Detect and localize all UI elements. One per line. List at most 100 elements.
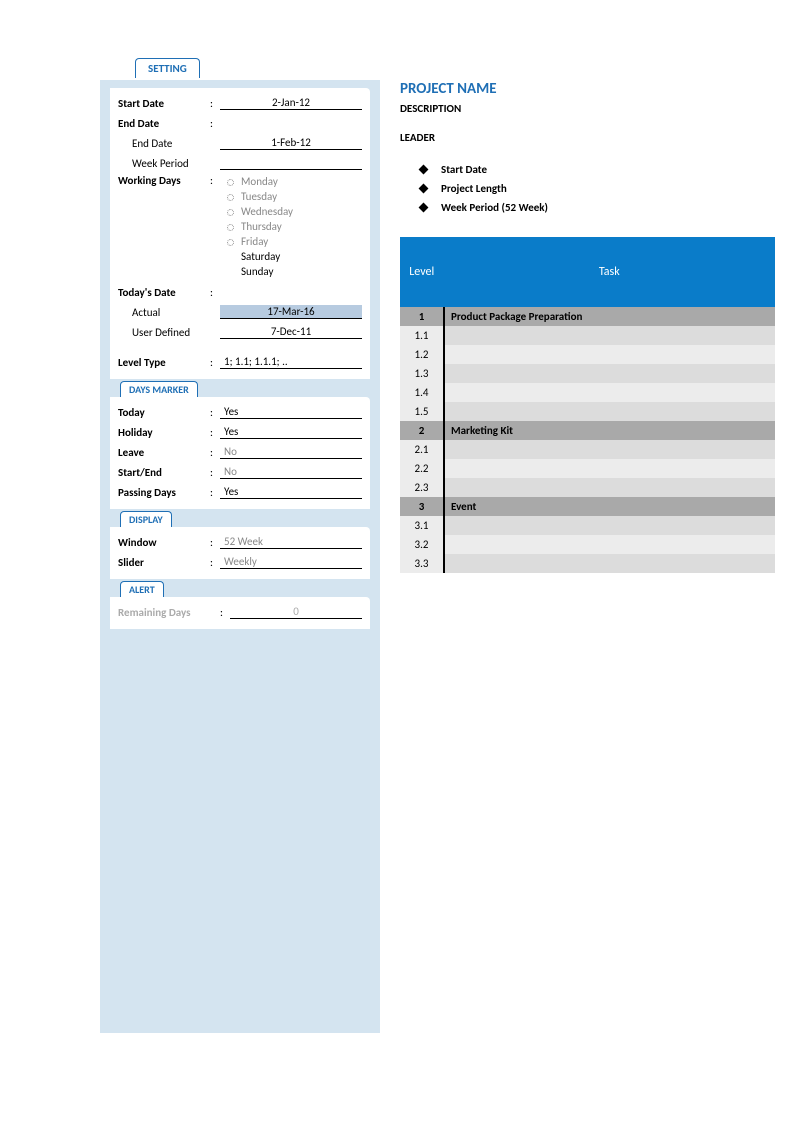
day-saturday[interactable]: Saturday xyxy=(220,249,362,264)
cell-level: 2.3 xyxy=(400,478,444,497)
page: SETTING Start Date : 2-Jan-12 End Date :… xyxy=(0,0,795,1124)
sun-icon xyxy=(224,236,235,247)
colon: : xyxy=(210,97,220,110)
start-date-label: Start Date xyxy=(118,97,210,110)
table-row[interactable]: 1.1 xyxy=(400,326,775,345)
project-description: DESCRIPTION xyxy=(400,102,775,115)
cell-task: Marketing Kit xyxy=(444,421,775,440)
today-value[interactable]: Yes xyxy=(220,405,362,419)
sun-icon xyxy=(224,191,235,202)
cell-task xyxy=(444,345,775,364)
sun-icon xyxy=(224,176,235,187)
actual-value[interactable]: 17-Mar-16 xyxy=(220,305,362,319)
table-row[interactable]: 2.2 xyxy=(400,459,775,478)
colon: : xyxy=(210,356,220,369)
day-label: Monday xyxy=(241,175,278,188)
bullet-week-period: Week Period (52 Week) xyxy=(400,198,775,217)
group-days-marker: DAYS MARKER Today:Yes Holiday:Yes Leave:… xyxy=(110,397,370,509)
cell-task xyxy=(444,516,775,535)
leave-label: Leave xyxy=(118,446,210,459)
table-row[interactable]: 3Event xyxy=(400,497,775,516)
cell-task xyxy=(444,459,775,478)
day-label: Wednesday xyxy=(241,205,293,218)
col-task: Task xyxy=(444,237,775,307)
end-date-value[interactable]: 1-Feb-12 xyxy=(220,136,362,150)
start-date-value[interactable]: 2-Jan-12 xyxy=(220,96,362,110)
slider-value[interactable]: Weekly xyxy=(220,555,362,569)
bullet-project-length: Project Length xyxy=(400,179,775,198)
bullet-label: Project Length xyxy=(441,182,507,195)
group-display: DISPLAY Window:52 Week Slider:Weekly xyxy=(110,527,370,579)
table-row[interactable]: 1.4 xyxy=(400,383,775,402)
group-alert: ALERT Remaining Days:0 xyxy=(110,597,370,629)
table-row[interactable]: 1Product Package Preparation xyxy=(400,307,775,326)
colon: : xyxy=(210,174,220,279)
cell-task: Product Package Preparation xyxy=(444,307,775,326)
day-label: Thursday xyxy=(241,220,282,233)
cell-level: 2.1 xyxy=(400,440,444,459)
day-tuesday[interactable]: Tuesday xyxy=(220,189,362,204)
tab-days-marker[interactable]: DAYS MARKER xyxy=(120,381,198,397)
day-thursday[interactable]: Thursday xyxy=(220,219,362,234)
cell-level: 2 xyxy=(400,421,444,440)
day-label: Friday xyxy=(241,235,268,248)
table-row[interactable]: 1.3 xyxy=(400,364,775,383)
cell-level: 1.4 xyxy=(400,383,444,402)
cell-level: 2.2 xyxy=(400,459,444,478)
settings-panel: SETTING Start Date : 2-Jan-12 End Date :… xyxy=(100,80,380,1033)
table-row[interactable]: 2Marketing Kit xyxy=(400,421,775,440)
colon: : xyxy=(210,406,220,419)
table-row[interactable]: 2.3 xyxy=(400,478,775,497)
table-row[interactable]: 2.1 xyxy=(400,440,775,459)
bullet-label: Week Period (52 Week) xyxy=(441,201,548,214)
end-date-sub-label: End Date xyxy=(118,137,210,150)
cell-level: 1.1 xyxy=(400,326,444,345)
cell-task xyxy=(444,554,775,573)
week-period-value[interactable] xyxy=(220,156,362,170)
table-row[interactable]: 1.2 xyxy=(400,345,775,364)
startend-label: Start/End xyxy=(118,466,210,479)
table-row[interactable]: 3.1 xyxy=(400,516,775,535)
colon: : xyxy=(210,117,220,130)
table-row[interactable]: 1.5 xyxy=(400,402,775,421)
spacer xyxy=(220,285,362,299)
tab-display[interactable]: DISPLAY xyxy=(120,511,172,527)
window-label: Window xyxy=(118,536,210,549)
project-leader: LEADER xyxy=(400,131,775,144)
end-date-label: End Date xyxy=(118,117,210,130)
window-value[interactable]: 52 Week xyxy=(220,535,362,549)
user-defined-label: User Defined xyxy=(118,326,210,339)
cell-task xyxy=(444,364,775,383)
leave-value[interactable]: No xyxy=(220,445,362,459)
day-friday[interactable]: Friday xyxy=(220,234,362,249)
diamond-icon xyxy=(419,184,429,194)
colon: : xyxy=(210,426,220,439)
level-type-value[interactable]: 1; 1.1; 1.1.1; .. xyxy=(220,355,362,369)
diamond-icon xyxy=(419,203,429,213)
remaining-value[interactable]: 0 xyxy=(230,605,362,619)
colon: : xyxy=(210,556,220,569)
day-sunday[interactable]: Sunday xyxy=(220,264,362,279)
colon: : xyxy=(210,486,220,499)
table-row[interactable]: 3.2 xyxy=(400,535,775,554)
passing-value[interactable]: Yes xyxy=(220,485,362,499)
colon: : xyxy=(210,466,220,479)
startend-value[interactable]: No xyxy=(220,465,362,479)
holiday-value[interactable]: Yes xyxy=(220,425,362,439)
user-defined-value[interactable]: 7-Dec-11 xyxy=(220,325,362,339)
day-label: Saturday xyxy=(241,250,280,263)
colon: : xyxy=(220,606,230,619)
tab-setting[interactable]: SETTING xyxy=(135,58,200,78)
day-label: Tuesday xyxy=(241,190,277,203)
col-level: Level xyxy=(400,237,444,307)
slider-label: Slider xyxy=(118,556,210,569)
day-monday[interactable]: Monday xyxy=(220,174,362,189)
cell-level: 3.1 xyxy=(400,516,444,535)
day-wednesday[interactable]: Wednesday xyxy=(220,204,362,219)
cell-level: 3 xyxy=(400,497,444,516)
cell-task xyxy=(444,440,775,459)
table-row[interactable]: 3.3 xyxy=(400,554,775,573)
tab-alert[interactable]: ALERT xyxy=(120,581,164,597)
cell-task xyxy=(444,402,775,421)
level-type-label: Level Type xyxy=(118,356,210,369)
